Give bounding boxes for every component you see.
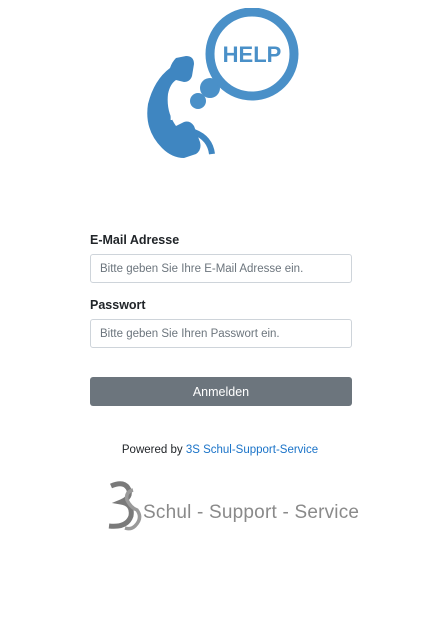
- powered-by-line: Powered by 3S Schul-Support-Service: [0, 444, 440, 456]
- help-for-logo: HELP FOR: [147, 8, 299, 158]
- email-field[interactable]: [90, 254, 352, 283]
- login-button[interactable]: Anmelden: [90, 377, 352, 406]
- phone-text: FOR: [170, 112, 192, 123]
- 3s-logo-icon: [108, 481, 142, 531]
- password-label: Passwort: [90, 298, 146, 312]
- password-field[interactable]: [90, 319, 352, 348]
- email-label: E-Mail Adresse: [90, 233, 180, 247]
- powered-by-prefix: Powered by: [121, 444, 183, 456]
- powered-by-link[interactable]: 3S Schul-Support-Service: [186, 444, 318, 456]
- 3s-brand-logo: Schul - Support - Service: [103, 480, 359, 532]
- brand-text: Schul - Support - Service: [143, 502, 360, 523]
- help-bubble-text: HELP: [223, 42, 282, 67]
